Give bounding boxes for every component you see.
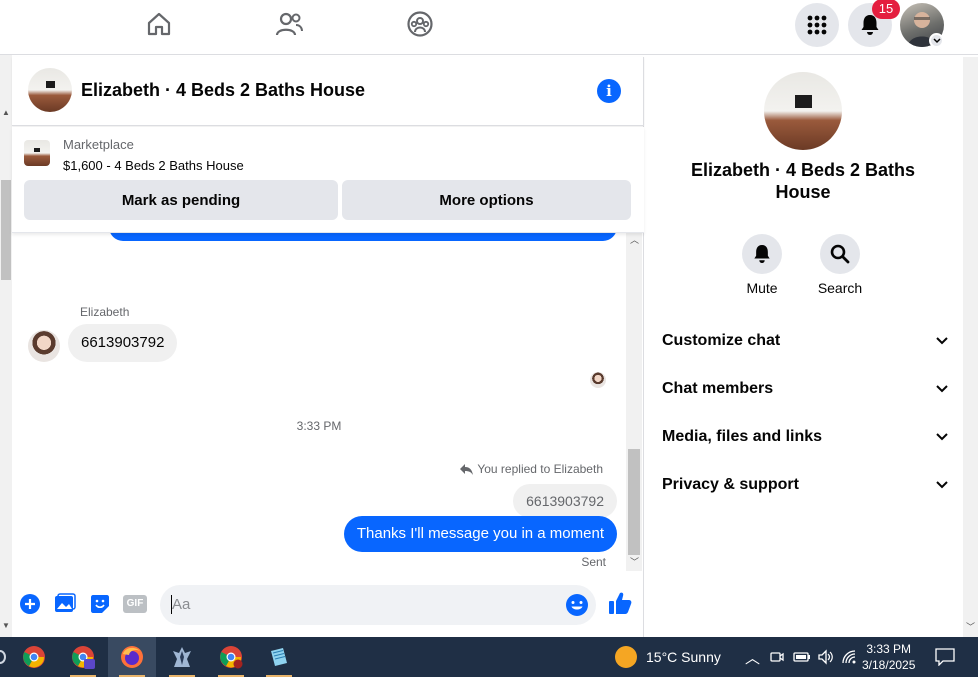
chevron-down-icon: [936, 481, 948, 489]
outgoing-message[interactable]: Thanks I'll message you in a moment: [343, 516, 617, 552]
mute-action[interactable]: Mute: [732, 234, 792, 296]
message-list: Elizabeth 6613903792 3:33 PM You replied…: [12, 233, 626, 577]
message-input[interactable]: Aa: [160, 585, 596, 625]
game-icon[interactable]: [158, 637, 206, 677]
menu-grid-icon: [807, 15, 827, 35]
quoted-message[interactable]: 6613903792: [513, 484, 617, 518]
wifi-icon[interactable]: [841, 649, 859, 670]
search-label: Search: [817, 280, 863, 296]
chat-title[interactable]: Elizabeth · 4 Beds 2 Baths House: [81, 80, 365, 101]
mute-label: Mute: [746, 280, 778, 296]
like-icon[interactable]: [607, 590, 633, 616]
reply-note-text: You replied to Elizabeth: [477, 462, 603, 476]
listing-title[interactable]: $1,600 - 4 Beds 2 Baths House: [63, 158, 244, 173]
message-input-placeholder: Aa: [172, 596, 191, 613]
reply-note: You replied to Elizabeth: [460, 462, 603, 476]
plus-icon[interactable]: [18, 592, 42, 616]
chevron-down-icon: [936, 385, 948, 393]
chevron-down-icon: [936, 433, 948, 441]
page-scrollbar-thumb[interactable]: [1, 180, 11, 280]
sent-status: Sent: [581, 555, 606, 569]
seen-indicator-avatar: [590, 372, 606, 388]
notification-badge: 15: [872, 0, 900, 19]
incoming-message[interactable]: 6613903792: [68, 324, 178, 362]
notifications-button[interactable]: 15: [848, 0, 900, 47]
section-label: Privacy & support: [662, 476, 799, 493]
account-chevron-icon[interactable]: [929, 33, 944, 48]
listing-thumbnail[interactable]: [24, 140, 50, 166]
gif-icon[interactable]: GIF: [122, 592, 148, 616]
section-media-files-links[interactable]: Media, files and links: [662, 425, 948, 449]
emoji-icon[interactable]: [565, 593, 589, 622]
more-options-button[interactable]: More options: [342, 180, 631, 220]
sender-avatar[interactable]: [28, 330, 60, 362]
conversation-details-panel: Elizabeth · 4 Beds 2 Baths House Mute Se…: [645, 57, 963, 637]
windows-taskbar: 15°C Sunny ︿ 3:33 PM 3/18/2025: [0, 637, 978, 677]
photo-icon[interactable]: [53, 592, 77, 616]
chevron-down-icon: [936, 337, 948, 345]
weather-sun-icon[interactable]: [615, 646, 637, 668]
section-customize-chat[interactable]: Customize chat: [662, 329, 948, 353]
marketplace-label: Marketplace: [63, 137, 134, 152]
friends-icon[interactable]: [269, 8, 309, 40]
info-icon[interactable]: i: [597, 79, 621, 103]
marketplace-bar: Marketplace $1,600 - 4 Beds 2 Baths Hous…: [12, 127, 644, 233]
section-label: Customize chat: [662, 332, 781, 349]
system-clock[interactable]: 3:33 PM 3/18/2025: [862, 641, 915, 673]
mark-as-pending-button[interactable]: Mark as pending: [24, 180, 338, 220]
search-edge-icon[interactable]: [0, 650, 6, 664]
reply-icon: [460, 463, 474, 475]
battery-icon[interactable]: [793, 649, 811, 670]
chrome-icon[interactable]: [10, 637, 58, 677]
clock-date: 3/18/2025: [862, 658, 916, 672]
notepad-icon[interactable]: [255, 637, 303, 677]
section-chat-members[interactable]: Chat members: [662, 377, 948, 401]
section-privacy-support[interactable]: Privacy & support: [662, 473, 948, 497]
conversation-title: Elizabeth · 4 Beds 2 Baths House: [690, 160, 916, 202]
section-label: Chat members: [662, 380, 774, 397]
conversation-avatar[interactable]: [764, 72, 842, 150]
chrome-alt-icon[interactable]: [207, 637, 255, 677]
search-button[interactable]: [820, 234, 860, 274]
home-icon[interactable]: [139, 8, 179, 40]
search-icon: [830, 244, 850, 264]
page-scrollbar[interactable]: ▲ ▼: [0, 55, 12, 637]
chrome-profile-icon[interactable]: [59, 637, 107, 677]
top-navigation: 15: [0, 0, 978, 55]
search-action[interactable]: Search: [810, 234, 870, 296]
section-label: Media, files and links: [662, 428, 823, 445]
weather-text[interactable]: 15°C Sunny: [646, 649, 721, 665]
chevron-up-icon[interactable]: ︿: [745, 647, 760, 668]
clock-time: 3:33 PM: [866, 642, 912, 656]
volume-icon[interactable]: [817, 649, 835, 670]
mute-button[interactable]: [742, 234, 782, 274]
bell-icon: [754, 245, 770, 263]
firefox-icon[interactable]: [108, 637, 156, 677]
previous-outgoing-bubble: [109, 233, 617, 241]
time-separator: 3:33 PM: [296, 419, 342, 433]
chat-header: Elizabeth · 4 Beds 2 Baths House i: [12, 57, 644, 126]
meet-icon[interactable]: [769, 649, 785, 670]
chat-panel: Elizabeth · 4 Beds 2 Baths House i Marke…: [12, 57, 644, 637]
groups-icon[interactable]: [400, 8, 440, 40]
chat-scrollbar[interactable]: ︿ ﹀: [626, 233, 642, 571]
sticker-icon[interactable]: [88, 592, 112, 616]
sender-name: Elizabeth: [80, 305, 130, 319]
chat-avatar[interactable]: [28, 68, 72, 112]
chat-scrollbar-thumb[interactable]: [628, 449, 640, 555]
composer: GIF Aa: [12, 583, 644, 627]
notification-center-icon[interactable]: [935, 648, 955, 671]
right-panel-scrollbar[interactable]: ﹀: [963, 57, 978, 637]
menu-grid-button[interactable]: [795, 3, 839, 47]
